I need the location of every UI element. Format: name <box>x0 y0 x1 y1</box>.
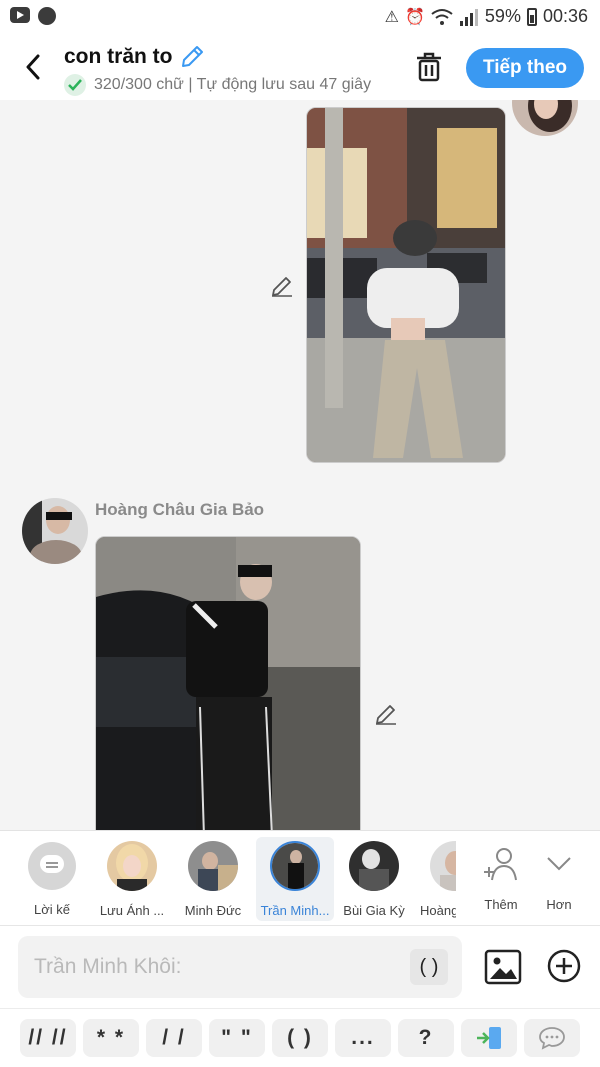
add-button[interactable] <box>546 948 582 984</box>
suggestion-label: Trần Minh... <box>260 903 330 918</box>
globe-icon <box>38 7 56 25</box>
photo-message[interactable] <box>306 107 506 463</box>
character-avatar <box>270 841 320 891</box>
symbol-ellipsis[interactable]: ... <box>335 1019 391 1057</box>
story-title[interactable]: con trăn to <box>64 44 205 70</box>
narrator-avatar <box>28 842 76 890</box>
autosave-text: 320/300 chữ | Tự động lưu sau 47 giây <box>94 76 372 93</box>
speech-bubble-icon <box>539 1027 565 1050</box>
character-avatar <box>430 841 456 891</box>
parentheses-button[interactable]: ( ) <box>410 949 448 985</box>
chat-area: Hoàng Châu Gia Bảo <box>0 100 600 830</box>
symbol-parentheses[interactable]: ( ) <box>272 1019 328 1057</box>
wifi-icon <box>431 8 453 25</box>
suggestion-label: Bùi Gia Kỳ <box>343 903 405 918</box>
sender-avatar[interactable] <box>22 498 88 564</box>
symbol-slash[interactable]: / / <box>146 1019 202 1057</box>
symbol-quote[interactable]: " " <box>209 1019 265 1057</box>
signal-icon <box>459 8 478 26</box>
symbol-shortcuts: // // * * / / " " ( ) ... ? <box>0 1008 600 1067</box>
pencil-icon <box>272 277 292 297</box>
youtube-icon <box>10 7 30 23</box>
autosave-info: 320/300 chữ | Tự động lưu sau 47 giây <box>64 74 394 96</box>
plus-circle-icon <box>547 949 581 983</box>
character-avatar <box>188 841 238 891</box>
story-title-text: con trăn to <box>64 45 173 68</box>
delete-button[interactable] <box>410 48 448 86</box>
symbol-question[interactable]: ? <box>398 1019 454 1057</box>
character-avatar <box>107 841 157 891</box>
data-saver-icon: ⚠ <box>384 8 399 26</box>
image-icon <box>484 949 522 985</box>
suggestion-character[interactable]: Lưu Ánh ... <box>93 837 171 921</box>
edit-message-button[interactable] <box>268 272 296 300</box>
suggestion-label: Hơn <box>546 897 572 912</box>
suggestion-character[interactable]: Bùi Gia Kỳ <box>335 837 413 921</box>
suggestion-character[interactable]: Minh Đức <box>174 837 252 921</box>
character-suggestion-bar: Lời kế Lưu Ánh ... Minh Đức Trần Minh...… <box>0 830 600 926</box>
character-avatar <box>349 841 399 891</box>
phone-arrow-icon <box>477 1027 501 1049</box>
next-button[interactable]: Tiếp theo <box>466 48 584 88</box>
suggestion-label: Hoàng <box>420 903 456 918</box>
suggestion-narrator[interactable]: Lời kế <box>13 837 91 921</box>
switch-device-button[interactable] <box>461 1019 517 1057</box>
photo-message[interactable] <box>95 536 361 830</box>
chat-bubble-button[interactable] <box>524 1019 580 1057</box>
sender-name: Hoàng Châu Gia Bảo <box>95 500 265 519</box>
edit-message-button[interactable] <box>372 700 400 728</box>
pencil-icon <box>376 705 396 725</box>
chevron-down-icon <box>547 857 571 871</box>
suggestion-label: Minh Đức <box>184 903 242 918</box>
header: con trăn to 320/300 chữ | Tự động lưu sa… <box>0 36 600 100</box>
suggestion-label: Lưu Ánh ... <box>99 903 165 918</box>
status-bar: ⚠ ⏰ 59% 00:36 <box>0 0 600 36</box>
trash-icon <box>417 52 441 82</box>
check-icon <box>64 74 86 96</box>
edit-title-icon[interactable] <box>179 44 205 70</box>
avatar[interactable] <box>512 100 578 136</box>
back-button[interactable] <box>18 50 48 84</box>
battery-percent: 59% <box>484 6 521 26</box>
message-input[interactable]: Trần Minh Khôi: ( ) <box>18 936 462 998</box>
battery-icon <box>526 7 537 26</box>
symbol-double-slash[interactable]: // // <box>20 1019 76 1057</box>
photo-image <box>307 108 505 462</box>
symbol-asterisk[interactable]: * * <box>83 1019 139 1057</box>
alarm-icon: ⏰ <box>405 8 425 26</box>
insert-image-button[interactable] <box>484 948 522 986</box>
suggestion-character[interactable]: Hoàng <box>414 837 456 921</box>
suggestion-label: Lời kế <box>34 902 70 917</box>
photo-image <box>96 537 360 830</box>
suggestion-character-selected[interactable]: Trần Minh... <box>256 837 334 921</box>
add-person-icon <box>484 848 517 881</box>
clock: 00:36 <box>542 6 588 26</box>
chat-bubble-icon <box>40 855 64 873</box>
composer: Trần Minh Khôi: ( ) <box>0 926 600 1008</box>
more-button[interactable]: Hơn <box>520 837 598 921</box>
chevron-left-icon <box>26 54 40 80</box>
message-input-placeholder: Trần Minh Khôi: <box>34 955 182 978</box>
